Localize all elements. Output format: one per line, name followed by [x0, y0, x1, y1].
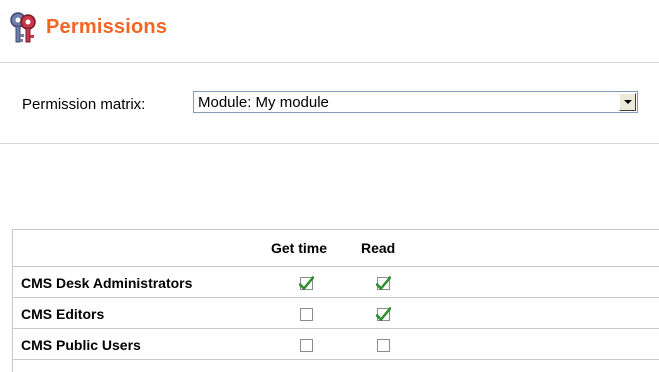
table-row: CMS Desk Administrators — [13, 267, 659, 298]
checkmark-icon — [375, 275, 392, 291]
empty-checkbox-icon — [300, 339, 313, 352]
checkmark-icon — [298, 275, 315, 291]
column-header-get-time: Get time — [271, 240, 328, 256]
role-name: CMS Public Users — [21, 337, 141, 353]
keys-icon — [10, 12, 36, 43]
permission-checkbox-get-time[interactable] — [299, 337, 314, 352]
page-title: Permissions — [46, 16, 168, 38]
permission-checkbox-read[interactable] — [375, 275, 392, 291]
table-header-row: Get time Read — [13, 230, 659, 267]
permission-matrix-select[interactable]: Module: My module — [193, 91, 638, 113]
permission-matrix-table: Get time Read CMS Desk Administrators CM… — [12, 229, 659, 372]
empty-checkbox-icon — [300, 308, 313, 321]
empty-checkbox-icon — [377, 339, 390, 352]
permission-matrix-label: Permission matrix: — [22, 96, 146, 113]
role-name: CMS Desk Administrators — [21, 275, 193, 291]
permission-matrix-selected-value: Module: My module — [198, 94, 329, 111]
role-name: CMS Editors — [21, 306, 105, 322]
dropdown-arrow-icon[interactable] — [619, 93, 636, 111]
permission-checkbox-get-time[interactable] — [299, 306, 314, 321]
checkmark-icon — [375, 306, 392, 322]
permission-matrix-row: Permission matrix: Module: My module — [0, 62, 659, 144]
permission-checkbox-read[interactable] — [376, 337, 391, 352]
table-row: CMS Public Users — [13, 329, 659, 360]
permission-checkbox-read[interactable] — [375, 306, 392, 322]
permission-checkbox-get-time[interactable] — [298, 275, 315, 291]
table-row: CMS Editors — [13, 298, 659, 329]
column-header-read: Read — [361, 240, 396, 256]
page-header: Permissions — [0, 0, 659, 63]
